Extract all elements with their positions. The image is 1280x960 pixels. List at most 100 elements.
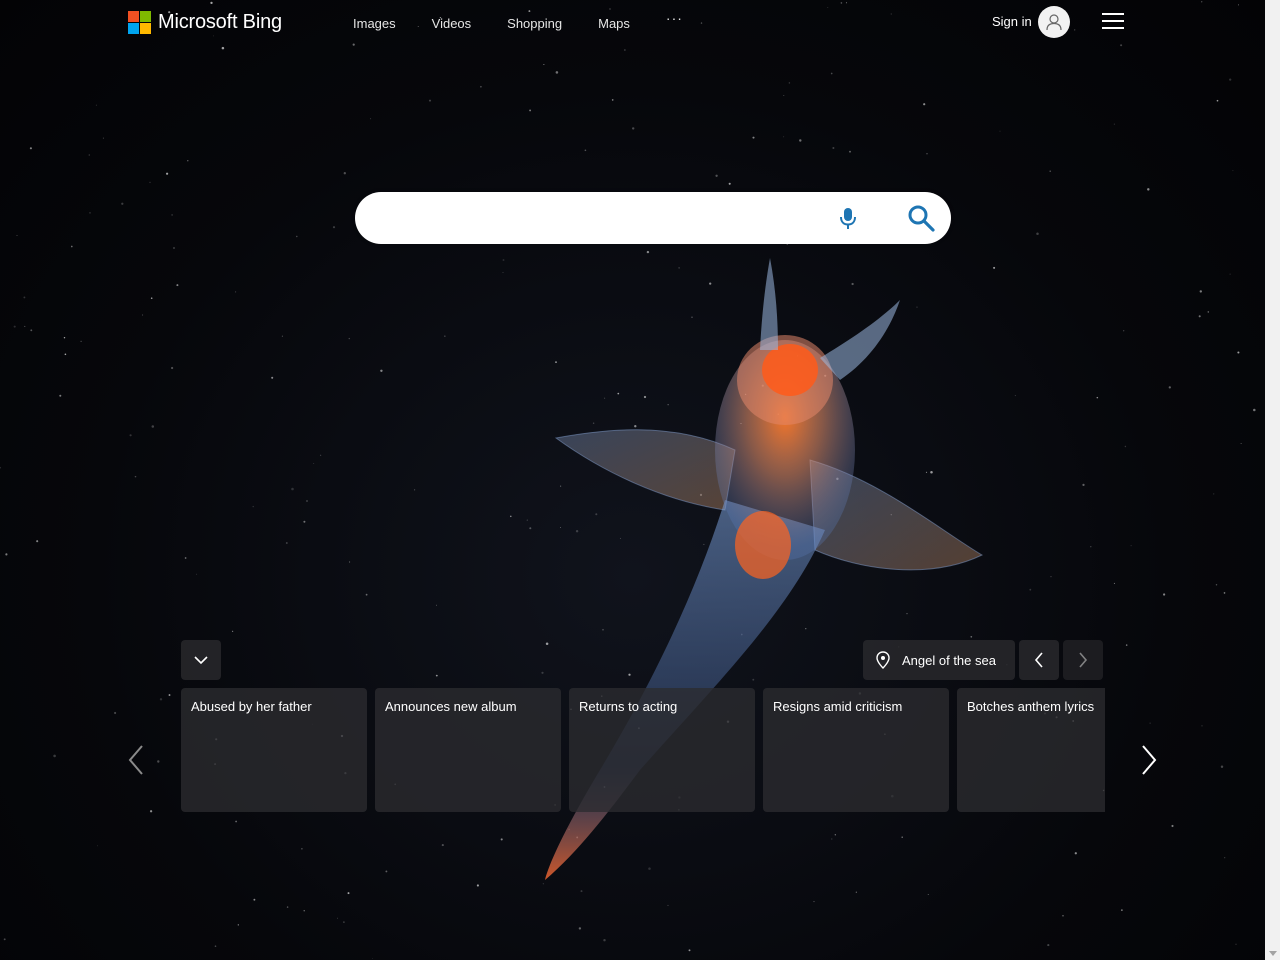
star-dot [926,153,928,155]
star-dot [1113,582,1115,584]
star-dot [332,226,336,229]
nav-item-maps[interactable]: Maps [580,14,648,33]
news-card[interactable]: Abused by her father [181,688,367,812]
nav-more-button[interactable]: ··· [648,10,701,29]
star-dot [1130,545,1132,547]
star-dot [624,49,626,51]
star-dot [1096,396,1099,399]
star-dot [783,95,785,96]
star-dot [1224,857,1226,859]
star-dot [5,553,8,556]
star-dot [923,103,926,106]
news-card-title: Botches anthem lyrics [967,699,1095,714]
star-dot [23,296,26,299]
star-dot [303,910,305,912]
star-dot [150,297,153,299]
star-dot [170,366,174,370]
search-input[interactable] [377,192,821,246]
star-dot [385,870,388,873]
star-dot [285,542,288,544]
star-dot [134,475,137,478]
search-box [355,192,951,246]
top-header: Microsoft Bing Images Videos Shopping Ma… [0,0,1265,48]
star-dot [3,938,6,941]
star-dot [184,557,187,559]
previous-image-button[interactable] [1019,640,1059,680]
hamburger-menu-icon[interactable] [1102,13,1124,31]
nav-item-shopping[interactable]: Shopping [489,14,580,33]
brand-name: Microsoft Bing [158,11,282,33]
star-dot [343,172,346,175]
star-dot [24,325,26,327]
star-dot [380,369,383,373]
star-dot [303,520,306,523]
star-dot [688,949,691,952]
news-card[interactable]: Resigns amid criticism [763,688,949,812]
page-scrollbar[interactable] [1265,0,1280,960]
nav-links: Images Videos Shopping Maps ··· [335,10,701,33]
star-dot [529,109,532,112]
chevron-left-icon [1034,652,1043,668]
nav-item-images[interactable]: Images [335,14,414,33]
star-dot [715,174,718,177]
chevron-right-icon [1142,745,1157,775]
star-dot [603,938,606,942]
next-image-button[interactable] [1063,640,1103,680]
star-dot [783,136,785,138]
star-dot [849,150,851,153]
star-dot [235,291,237,293]
star-dot [813,901,815,903]
star-dot [543,64,545,65]
star-dot [1201,725,1203,727]
microphone-icon[interactable] [836,206,860,230]
collapse-feed-button[interactable] [181,640,221,680]
news-card-title: Returns to acting [579,699,678,714]
star-dot [253,898,256,901]
chevron-right-icon [1079,652,1088,668]
star-dot [1253,408,1256,412]
star-dot [313,463,315,465]
star-dot [13,325,16,328]
star-dot [428,99,432,102]
user-icon [1046,14,1062,31]
carousel-prev-button[interactable] [124,742,148,778]
star-dot [1232,170,1234,172]
star-dot [168,694,171,696]
news-card[interactable]: Announces new album [375,688,561,812]
star-dot [1121,909,1123,911]
avatar[interactable] [1038,6,1070,38]
bing-logo[interactable]: Microsoft Bing [128,11,282,34]
star-dot [29,147,32,150]
star-dot [336,917,338,919]
star-dot [129,434,132,437]
star-dot [149,181,151,184]
star-dot [611,99,614,101]
star-dot [830,72,833,75]
search-icon[interactable] [907,204,935,232]
star-dot [1199,290,1202,293]
sign-in-link[interactable]: Sign in [992,14,1032,29]
star-dot [441,844,444,847]
carousel-next-button[interactable] [1137,742,1161,778]
star-dot [1125,644,1128,646]
star-dot [70,245,73,248]
nav-item-videos[interactable]: Videos [414,14,490,33]
star-dot [1207,311,1210,313]
star-dot [235,820,237,823]
star-dot [306,500,308,502]
star-dot [927,893,929,895]
scroll-down-arrow-icon[interactable] [1269,951,1277,956]
star-dot [500,838,503,841]
news-card[interactable]: Botches anthem lyrics [957,688,1105,812]
star-dot [1213,493,1215,495]
chevron-left-icon [128,745,143,775]
star-dot [1049,170,1051,172]
star-dot [1123,330,1125,332]
star-dot [752,136,755,139]
image-location-button[interactable]: Angel of the sea [863,640,1015,680]
star-dot [301,847,303,850]
star-dot [1124,445,1127,448]
star-dot [347,892,350,895]
star-dot [1171,824,1174,828]
news-card[interactable]: Returns to acting [569,688,755,812]
